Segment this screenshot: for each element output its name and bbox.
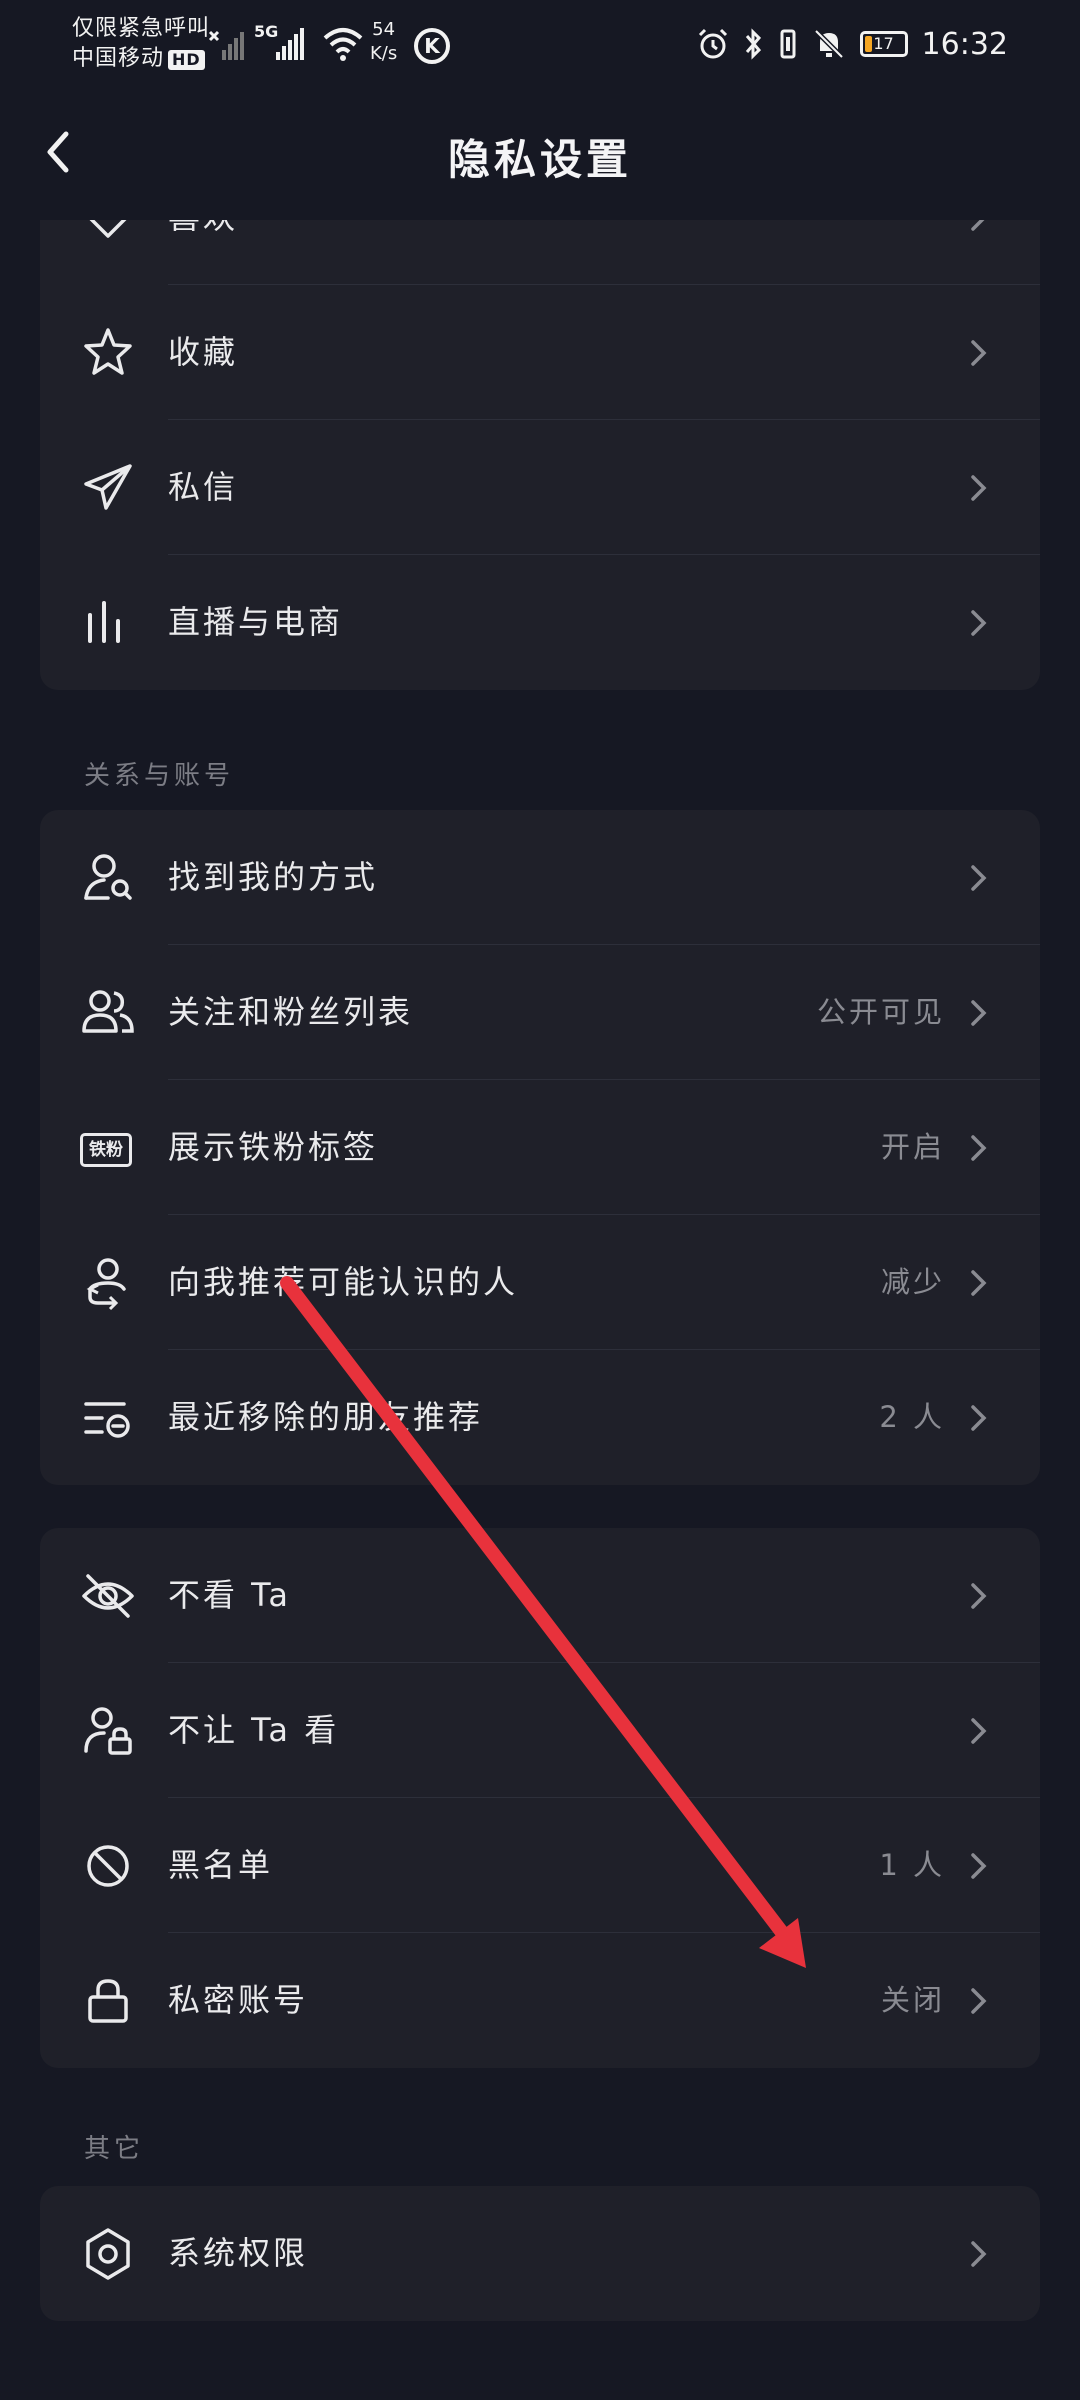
list-remove-icon	[84, 1402, 130, 1438]
setting-label: 黑名单	[168, 1846, 274, 1884]
setting-label: 最近移除的朋友推荐	[168, 1398, 484, 1436]
setting-row-removed-recommendations[interactable]: 最近移除的朋友推荐 2 人	[40, 1350, 1040, 1485]
setting-row-follow-list[interactable]: 关注和粉丝列表 公开可见	[40, 945, 1040, 1080]
setting-label: 关注和粉丝列表	[168, 993, 414, 1031]
setting-row-recommend-people[interactable]: 向我推荐可能认识的人 减少	[40, 1215, 1040, 1350]
setting-row-find-me[interactable]: 找到我的方式	[40, 810, 1040, 945]
chevron-right-icon	[971, 340, 987, 366]
setting-row-system-permissions[interactable]: 系统权限	[40, 2186, 1040, 2321]
user-search-icon	[84, 854, 132, 900]
clock: 16:32	[921, 26, 1008, 62]
card-relations: 找到我的方式 关注和粉丝列表 公开可见 铁粉 展示铁粉标签 开启 向我推荐可能认…	[40, 810, 1040, 1485]
chevron-right-icon	[971, 220, 985, 231]
setting-value: 2 人	[879, 1400, 945, 1434]
bars-icon	[88, 601, 120, 643]
vibrate-icon	[780, 29, 796, 59]
send-icon	[84, 464, 132, 510]
chevron-right-icon	[971, 610, 987, 636]
hd-badge: HD	[168, 50, 205, 70]
setting-row-tiefen-badge[interactable]: 铁粉 展示铁粉标签 开启	[40, 1080, 1040, 1215]
setting-label: 私密账号	[168, 1981, 309, 2019]
status-right: 17 16:32	[696, 22, 1008, 66]
settings-list[interactable]: 喜欢 收藏 私信 直播与电商	[0, 220, 1080, 2400]
setting-row-like[interactable]: 喜欢	[40, 220, 1040, 285]
chevron-right-icon	[971, 1270, 987, 1296]
setting-row-live-commerce[interactable]: 直播与电商	[40, 555, 1040, 690]
k-app-icon: K	[414, 28, 450, 64]
alarm-icon	[698, 28, 727, 59]
eye-off-icon	[82, 1574, 134, 1618]
card-other: 系统权限	[40, 2186, 1040, 2321]
chevron-right-icon	[971, 475, 987, 501]
setting-value: 关闭	[880, 1983, 945, 2017]
chevron-right-icon	[971, 1583, 987, 1609]
signal-x-icon	[208, 30, 244, 60]
heart-icon	[89, 220, 127, 238]
setting-label: 不让 Ta 看	[168, 1711, 340, 1749]
setting-value: 公开可见	[816, 995, 945, 1029]
setting-row-favorites[interactable]: 收藏	[40, 285, 1040, 420]
lock-icon	[88, 1979, 128, 2023]
tiefen-badge-icon: 铁粉	[80, 1133, 132, 1167]
chevron-right-icon	[971, 1718, 987, 1744]
wifi-icon	[323, 28, 363, 61]
users-icon	[82, 990, 134, 1033]
setting-value: 1 人	[879, 1848, 945, 1882]
chevron-right-icon	[971, 1405, 987, 1431]
setting-label: 向我推荐可能认识的人	[168, 1263, 519, 1301]
setting-row-private-account[interactable]: 私密账号 关闭	[40, 1933, 1040, 2068]
header-bar: 隐私设置	[0, 100, 1080, 220]
status-bar: 仅限紧急呼叫 中国移动 HD 5G 54 K/s K 17 16:32	[0, 0, 1080, 92]
setting-label: 喜欢	[168, 220, 238, 285]
carrier-info: 仅限紧急呼叫 中国移动 HD	[72, 14, 210, 74]
user-recommend-icon	[86, 1258, 126, 1311]
setting-label: 系统权限	[168, 2234, 309, 2272]
signal-icons: 5G	[206, 22, 364, 66]
network-speed: 54 K/s	[370, 19, 398, 64]
setting-row-blacklist[interactable]: 黑名单 1 人	[40, 1798, 1040, 1933]
chevron-right-icon	[971, 2241, 987, 2267]
setting-label: 收藏	[168, 333, 239, 371]
card-visibility: 不看 Ta 不让 Ta 看 黑名单 1 人 私密账号 关闭	[40, 1528, 1040, 2068]
signal-5g-icon: 5G	[254, 22, 314, 64]
block-icon	[87, 1845, 129, 1887]
section-title-relations: 关系与账号	[84, 761, 235, 791]
setting-row-messages[interactable]: 私信	[40, 420, 1040, 555]
star-icon	[84, 328, 132, 375]
setting-label: 私信	[168, 468, 239, 506]
user-lock-icon	[84, 1707, 132, 1755]
setting-label: 直播与电商	[168, 603, 344, 641]
chevron-right-icon	[971, 1853, 987, 1879]
chevron-right-icon	[971, 1988, 987, 2014]
setting-row-hide-them[interactable]: 不看 Ta	[40, 1528, 1040, 1663]
setting-label: 展示铁粉标签	[168, 1128, 379, 1166]
setting-value: 减少	[880, 1265, 945, 1299]
bluetooth-icon	[745, 28, 761, 60]
setting-label: 找到我的方式	[168, 858, 379, 896]
page-title: 隐私设置	[447, 135, 632, 184]
chevron-right-icon	[971, 1135, 987, 1161]
card-interactions: 喜欢 收藏 私信 直播与电商	[40, 220, 1040, 690]
carrier-line-2: 中国移动	[72, 46, 165, 71]
carrier-line-1: 仅限紧急呼叫	[72, 16, 211, 41]
hexagon-settings-icon	[86, 2228, 130, 2280]
setting-row-hide-from-them[interactable]: 不让 Ta 看	[40, 1663, 1040, 1798]
bell-off-icon	[813, 29, 844, 59]
battery-icon: 17	[859, 31, 908, 57]
section-title-other: 其它	[84, 2134, 145, 2164]
setting-value: 开启	[880, 1130, 945, 1164]
setting-label: 不看 Ta	[168, 1576, 292, 1614]
chevron-right-icon	[971, 1000, 987, 1026]
chevron-right-icon	[971, 865, 987, 891]
